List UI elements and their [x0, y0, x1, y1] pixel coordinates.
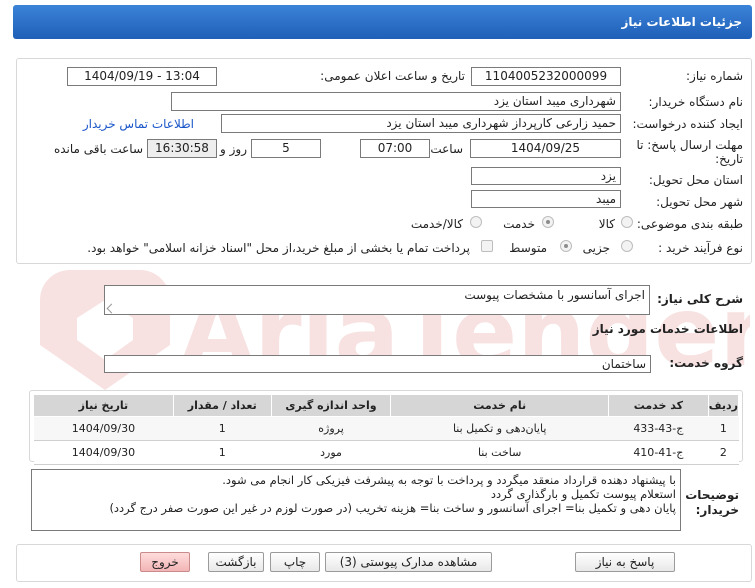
- table-row: 2 ج-41-410 ساخت بنا مورد 1 1404/09/30: [33, 440, 739, 465]
- buyer-notes-label-2: خریدار:: [695, 503, 739, 517]
- summary-label: شرح کلی نیاز:: [657, 292, 743, 306]
- service-group-field: ساختمان: [104, 355, 651, 373]
- province-label: استان محل تحویل:: [648, 173, 743, 187]
- need-number-label: شماره نیاز:: [686, 69, 743, 83]
- process-label: نوع فرآیند خرید :: [658, 241, 743, 255]
- col-quantity: تعداد / مقدار: [172, 394, 272, 417]
- days-remaining-field: 5: [251, 139, 321, 158]
- summary-field: اجرای آسانسور با مشخصات پیوست: [104, 285, 650, 315]
- table-row: 1 ج-43-433 پایان‌دهی و تکمیل بنا پروژه 1…: [33, 416, 739, 441]
- back-button[interactable]: بازگشت: [208, 552, 264, 572]
- col-row-number: ردیف: [707, 394, 740, 417]
- col-service-code: کد خدمت: [607, 394, 709, 417]
- reply-button[interactable]: پاسخ به نیاز: [575, 552, 675, 572]
- cell-quantity: 1: [173, 416, 272, 441]
- cell-need-date: 1404/09/30: [33, 440, 174, 465]
- process-radio-minor[interactable]: [621, 240, 633, 252]
- attachments-button[interactable]: مشاهده مدارک پیوستی (3): [325, 552, 492, 572]
- deadline-label: مهلت ارسال پاسخ: تا: [636, 138, 743, 152]
- city-label: شهر محل تحویل:: [656, 195, 743, 209]
- category-option-service: خدمت: [503, 217, 535, 231]
- info-panel: [16, 58, 752, 264]
- summary-text: اجرای آسانسور با مشخصات پیوست: [464, 288, 645, 302]
- remaining-label: ساعت باقی مانده: [53, 142, 143, 156]
- need-number-field: 1104005232000099: [471, 67, 621, 86]
- cell-unit: مورد: [271, 440, 391, 465]
- cell-service-name: ساخت بنا: [390, 440, 609, 465]
- treasury-payment-checkbox[interactable]: [481, 240, 493, 252]
- cell-service-code: ج-43-433: [608, 416, 709, 441]
- services-section-title: اطلاعات خدمات مورد نیاز: [592, 322, 743, 336]
- city-field: میبد: [471, 190, 621, 208]
- cell-row-number: 2: [708, 440, 739, 465]
- category-radio-goods[interactable]: [621, 216, 633, 228]
- cell-need-date: 1404/09/30: [33, 416, 174, 441]
- deadline-label-date: تاریخ:: [715, 152, 743, 166]
- cell-unit: پروژه: [271, 416, 391, 441]
- deadline-time-field: 07:00: [360, 139, 430, 158]
- category-option-goods: کالا: [598, 217, 615, 231]
- notes-line-1: با پیشنهاد دهنده قرارداد منعقد میگردد و …: [222, 473, 676, 487]
- service-group-label: گروه خدمت:: [669, 356, 743, 370]
- requester-field: حمید زارعی کارپرداز شهرداری میبد استان ی…: [221, 114, 621, 133]
- requester-label: ایجاد کننده درخواست:: [632, 117, 743, 131]
- notes-line-2: استعلام پیوست تکمیل و بارگذاری گردد: [490, 487, 676, 501]
- category-radio-both[interactable]: [470, 216, 482, 228]
- services-table: ردیف کد خدمت نام خدمت واحد اندازه گیری ت…: [33, 394, 740, 465]
- buyer-org-field: شهرداری میبد استان یزد: [171, 92, 621, 111]
- table-header-row: ردیف کد خدمت نام خدمت واحد اندازه گیری ت…: [33, 394, 740, 417]
- category-radio-service[interactable]: [542, 216, 554, 228]
- days-label: روز و: [220, 142, 247, 156]
- province-field: یزد: [471, 167, 621, 185]
- category-label: طبقه بندی موضوعی:: [636, 217, 743, 231]
- category-option-both: کالا/خدمت: [410, 217, 463, 231]
- col-need-date: تاریخ نیاز: [33, 394, 174, 417]
- col-service-name: نام خدمت: [390, 394, 609, 417]
- cell-service-name: پایان‌دهی و تکمیل بنا: [390, 416, 609, 441]
- page-title: جزئیات اطلاعات نیاز: [621, 15, 742, 29]
- notes-line-3: پایان دهی و تکمیل بنا= اجرای آسانسور و س…: [109, 501, 676, 515]
- page-header: جزئیات اطلاعات نیاز: [0, 0, 755, 42]
- process-radio-medium[interactable]: [560, 240, 572, 252]
- cell-row-number: 1: [708, 416, 739, 441]
- buyer-notes-label: توضیحات: [685, 488, 739, 502]
- announce-field: 1404/09/19 - 13:04: [67, 67, 217, 86]
- time-label: ساعت: [430, 142, 463, 156]
- cell-quantity: 1: [173, 440, 272, 465]
- buyer-contact-link[interactable]: اطلاعات تماس خریدار: [83, 117, 194, 131]
- buyer-org-label: نام دستگاه خریدار:: [648, 95, 744, 109]
- process-option-minor: جزیی: [582, 241, 610, 255]
- process-option-medium: متوسط: [509, 241, 547, 255]
- cell-service-code: ج-41-410: [608, 440, 709, 465]
- remaining-time-field: 16:30:58: [147, 139, 217, 158]
- treasury-payment-note: پرداخت تمام یا بخشی از مبلغ خرید،از محل …: [87, 241, 470, 255]
- col-unit: واحد اندازه گیری: [270, 394, 392, 417]
- deadline-date-field: 1404/09/25: [470, 139, 621, 158]
- header-bar: جزئیات اطلاعات نیاز: [13, 5, 752, 39]
- print-button[interactable]: چاپ: [270, 552, 320, 572]
- buyer-notes-field: با پیشنهاد دهنده قرارداد منعقد میگردد و …: [31, 469, 681, 531]
- announce-label: تاریخ و ساعت اعلان عمومی:: [320, 69, 465, 83]
- exit-button[interactable]: خروج: [140, 552, 190, 572]
